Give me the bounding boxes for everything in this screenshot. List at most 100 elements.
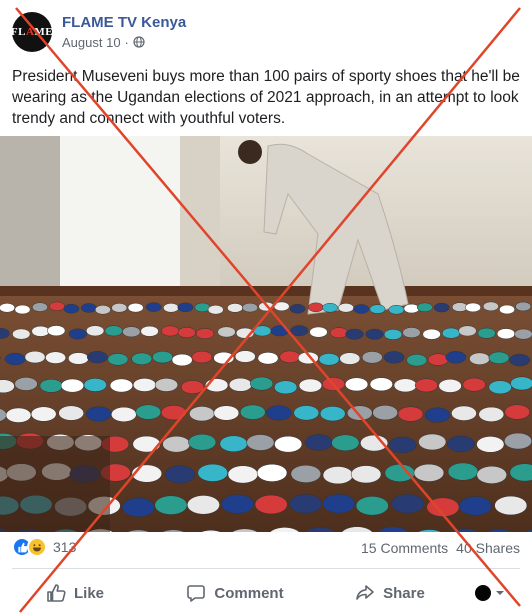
shoe-shape [329, 327, 349, 339]
shoe-shape [0, 303, 16, 313]
shoe-shape [154, 495, 188, 515]
shoe-shape [369, 377, 393, 392]
shoe-shape [14, 377, 38, 391]
shoe-shape [384, 464, 416, 482]
page-name-link[interactable]: FLAME TV Kenya [62, 14, 186, 32]
shoe-shape [319, 406, 346, 422]
shoe-shape [433, 302, 450, 313]
shoe-shape [307, 302, 324, 313]
shoe-shape [418, 433, 447, 451]
like-label: Like [73, 584, 104, 602]
shoe-shape [482, 301, 499, 312]
shoe-shape [86, 350, 108, 364]
like-button[interactable]: Like [0, 576, 150, 610]
shoe-shape [107, 353, 129, 366]
post-header: FL A ME FLAME TV Kenya August 10 · [11, 12, 186, 52]
shoe-shape [350, 465, 382, 484]
shoe-shape [476, 436, 505, 453]
shoe-shape [85, 325, 105, 337]
shoe-shape [304, 434, 333, 451]
shoe-shape [298, 378, 323, 393]
shoe-shape [413, 463, 445, 482]
shoe-shape [258, 301, 275, 312]
profile-dot-icon [475, 585, 491, 601]
shoe-shape [133, 378, 157, 392]
shoe-shape [239, 404, 266, 420]
shoe-shape [365, 328, 384, 340]
shoe-shape [227, 303, 243, 313]
comments-count-link[interactable]: 15 Comments [361, 540, 448, 556]
avatar-logo-right: ME [34, 26, 54, 38]
shoe-shape [63, 303, 80, 314]
shoe-shape [297, 351, 319, 365]
shoe-shape [161, 325, 180, 337]
shoe-shape [515, 301, 532, 312]
avatar-logo-mid: A [25, 26, 35, 38]
shoe-shape [462, 377, 486, 392]
globe-icon[interactable] [133, 36, 145, 48]
shoe-shape [397, 406, 424, 422]
share-audience-selector[interactable] [460, 576, 520, 610]
caret-down-icon [496, 591, 504, 595]
shoe-shape [111, 303, 128, 313]
shoe-shape [504, 404, 531, 420]
shoe-shape [427, 353, 449, 366]
share-button[interactable]: Share [320, 576, 460, 610]
shoe-shape [246, 434, 275, 451]
shoe-shape [346, 405, 373, 421]
shoe-shape [406, 354, 428, 367]
shoe-shape [213, 405, 240, 421]
shoe-shape [465, 302, 481, 313]
shoe-shape [80, 303, 97, 313]
page-avatar[interactable]: FL A ME [11, 12, 54, 52]
shoe-shape [94, 305, 111, 315]
shoe-shape [221, 494, 255, 514]
shoe-shape [318, 353, 340, 366]
shoe-shape [424, 407, 451, 423]
shoe-shape [177, 327, 196, 338]
shoe-shape [476, 465, 507, 484]
shoe-shape [345, 328, 364, 340]
shoe-shape [177, 302, 194, 313]
shoe-shape [338, 303, 354, 313]
share-label: Share [383, 584, 425, 602]
shoe-shape [249, 376, 274, 391]
shoe-shape [171, 353, 193, 367]
shoe-shape [426, 497, 460, 517]
shoe-shape [478, 406, 505, 422]
shares-count-link[interactable]: 40 Shares [456, 540, 520, 556]
shoe-shape [499, 304, 515, 315]
shoe-shape [360, 434, 389, 452]
shoe-shape [217, 326, 236, 338]
post-date[interactable]: August 10 [62, 34, 121, 51]
shoe-shape [131, 464, 162, 483]
shoe-shape [49, 301, 65, 312]
shoe-shape [309, 326, 328, 338]
comment-icon [187, 585, 206, 602]
shoe-shape [30, 406, 57, 422]
comment-button[interactable]: Comment [150, 576, 320, 610]
shoe-shape [289, 494, 323, 514]
shoe-shape [109, 378, 134, 393]
shoe-shape [14, 304, 31, 315]
shoe-shape [194, 302, 211, 313]
haha-reaction-icon [27, 537, 47, 557]
shoe-shape [469, 352, 490, 365]
shoe-shape [47, 325, 66, 337]
post-photo[interactable] [0, 136, 532, 532]
reaction-summary[interactable]: 313 [12, 537, 76, 557]
shoe-shape [253, 325, 272, 337]
shoe-shape [58, 405, 84, 421]
shoe-shape [355, 496, 389, 516]
shoe-shape [270, 325, 289, 337]
shoe-shape [279, 350, 301, 363]
shoe-shape [189, 406, 215, 422]
shoe-shape [293, 405, 320, 421]
reaction-count: 313 [53, 539, 77, 555]
shoe-shape [458, 325, 477, 337]
shoe-shape [322, 494, 356, 514]
shoe-shape [446, 435, 475, 453]
shoe-shape [235, 327, 255, 339]
shoe-shape [68, 352, 89, 365]
shoe-shape [195, 328, 215, 340]
